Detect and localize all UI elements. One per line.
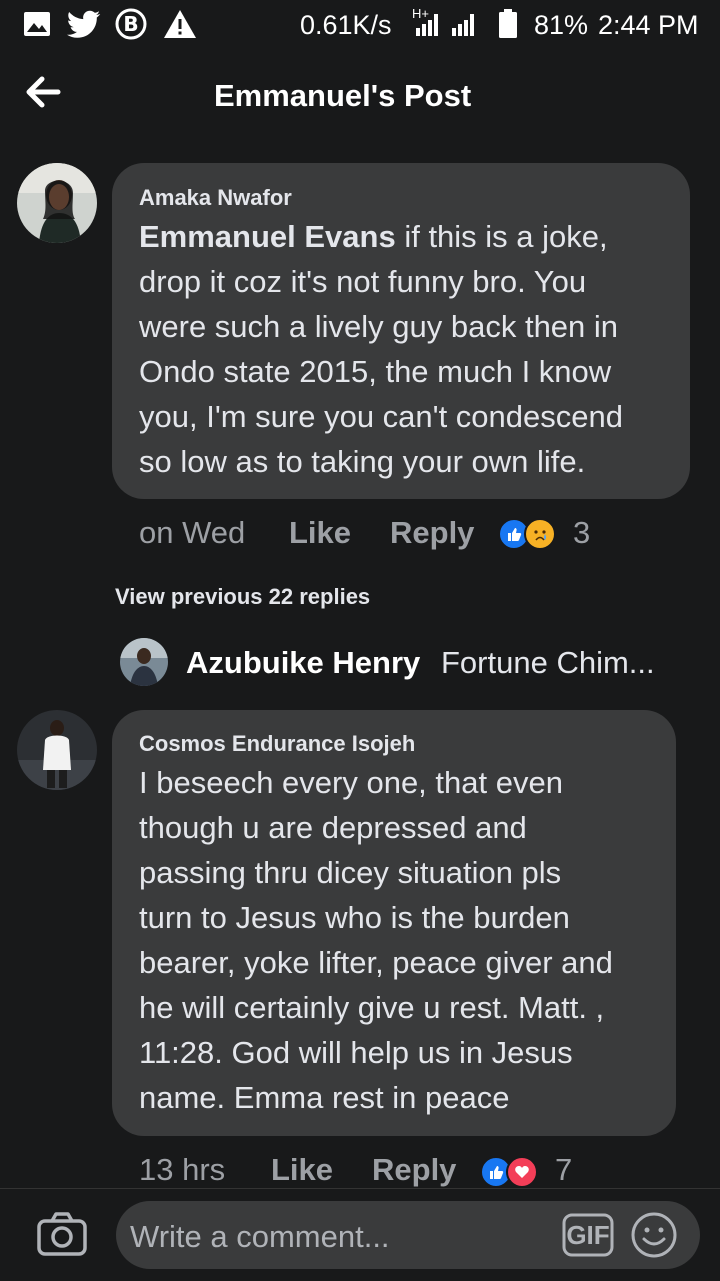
comment-author[interactable]: Amaka Nwafor (139, 185, 292, 211)
twitter-icon (66, 8, 102, 40)
reactions-summary[interactable] (480, 1156, 544, 1188)
avatar[interactable] (17, 163, 97, 243)
status-bar: B 0.61K/s H+ 81% 2:44 PM (0, 0, 720, 50)
svg-text:B: B (123, 12, 138, 36)
like-button[interactable]: Like (289, 515, 351, 551)
comment-author[interactable]: Cosmos Endurance Isojeh (139, 731, 415, 757)
comment-timestamp[interactable]: on Wed (139, 515, 245, 551)
comment-composer: Write a comment... GIF (0, 1188, 720, 1281)
network-speed: 0.61K/s (300, 10, 392, 40)
like-button[interactable]: Like (271, 1152, 333, 1188)
mention-link[interactable]: Emmanuel Evans (139, 219, 396, 254)
emoji-icon[interactable] (630, 1211, 678, 1259)
warning-icon (162, 8, 198, 40)
bitcoin-icon: B (114, 8, 148, 40)
avatar[interactable] (17, 710, 97, 790)
gif-button[interactable]: GIF (562, 1213, 614, 1257)
battery-icon (496, 8, 520, 40)
love-reaction-icon (506, 1156, 538, 1188)
back-button[interactable] (22, 72, 70, 112)
comment-text: Emmanuel Evans if this is a joke, drop i… (139, 219, 623, 479)
sad-reaction-icon (524, 518, 556, 550)
comment-bubble[interactable]: Cosmos Endurance Isojeh I beseech every … (112, 710, 676, 1136)
comment-text: I beseech every one, that even though u … (139, 765, 613, 1115)
comment-input[interactable]: Write a comment... GIF (116, 1201, 700, 1269)
gif-label: GIF (566, 1220, 610, 1250)
reply-button[interactable]: Reply (390, 515, 474, 551)
reactions-summary[interactable] (498, 518, 562, 550)
reaction-count: 3 (573, 515, 591, 550)
comment-timestamp[interactable]: 13 hrs (139, 1152, 225, 1188)
post-header: Emmanuel's Post (0, 50, 720, 142)
comment-placeholder: Write a comment... (130, 1219, 390, 1254)
view-previous-replies[interactable]: View previous 22 replies (115, 584, 370, 610)
clock: 2:44 PM (598, 10, 699, 40)
avatar[interactable] (120, 638, 168, 686)
reply-author[interactable]: Azubuike Henry (186, 645, 420, 681)
page-title: Emmanuel's Post (214, 78, 472, 113)
camera-icon[interactable] (36, 1211, 88, 1259)
image-icon (22, 8, 52, 40)
reply-button[interactable]: Reply (372, 1152, 456, 1188)
battery-level: 81% (534, 10, 589, 40)
comment-bubble[interactable]: Amaka Nwafor Emmanuel Evans if this is a… (112, 163, 690, 499)
signal-icon (412, 8, 486, 40)
arrow-left-icon (26, 76, 61, 108)
reaction-count: 7 (555, 1152, 573, 1187)
reply-preview[interactable]: Fortune Chim... (441, 645, 655, 681)
